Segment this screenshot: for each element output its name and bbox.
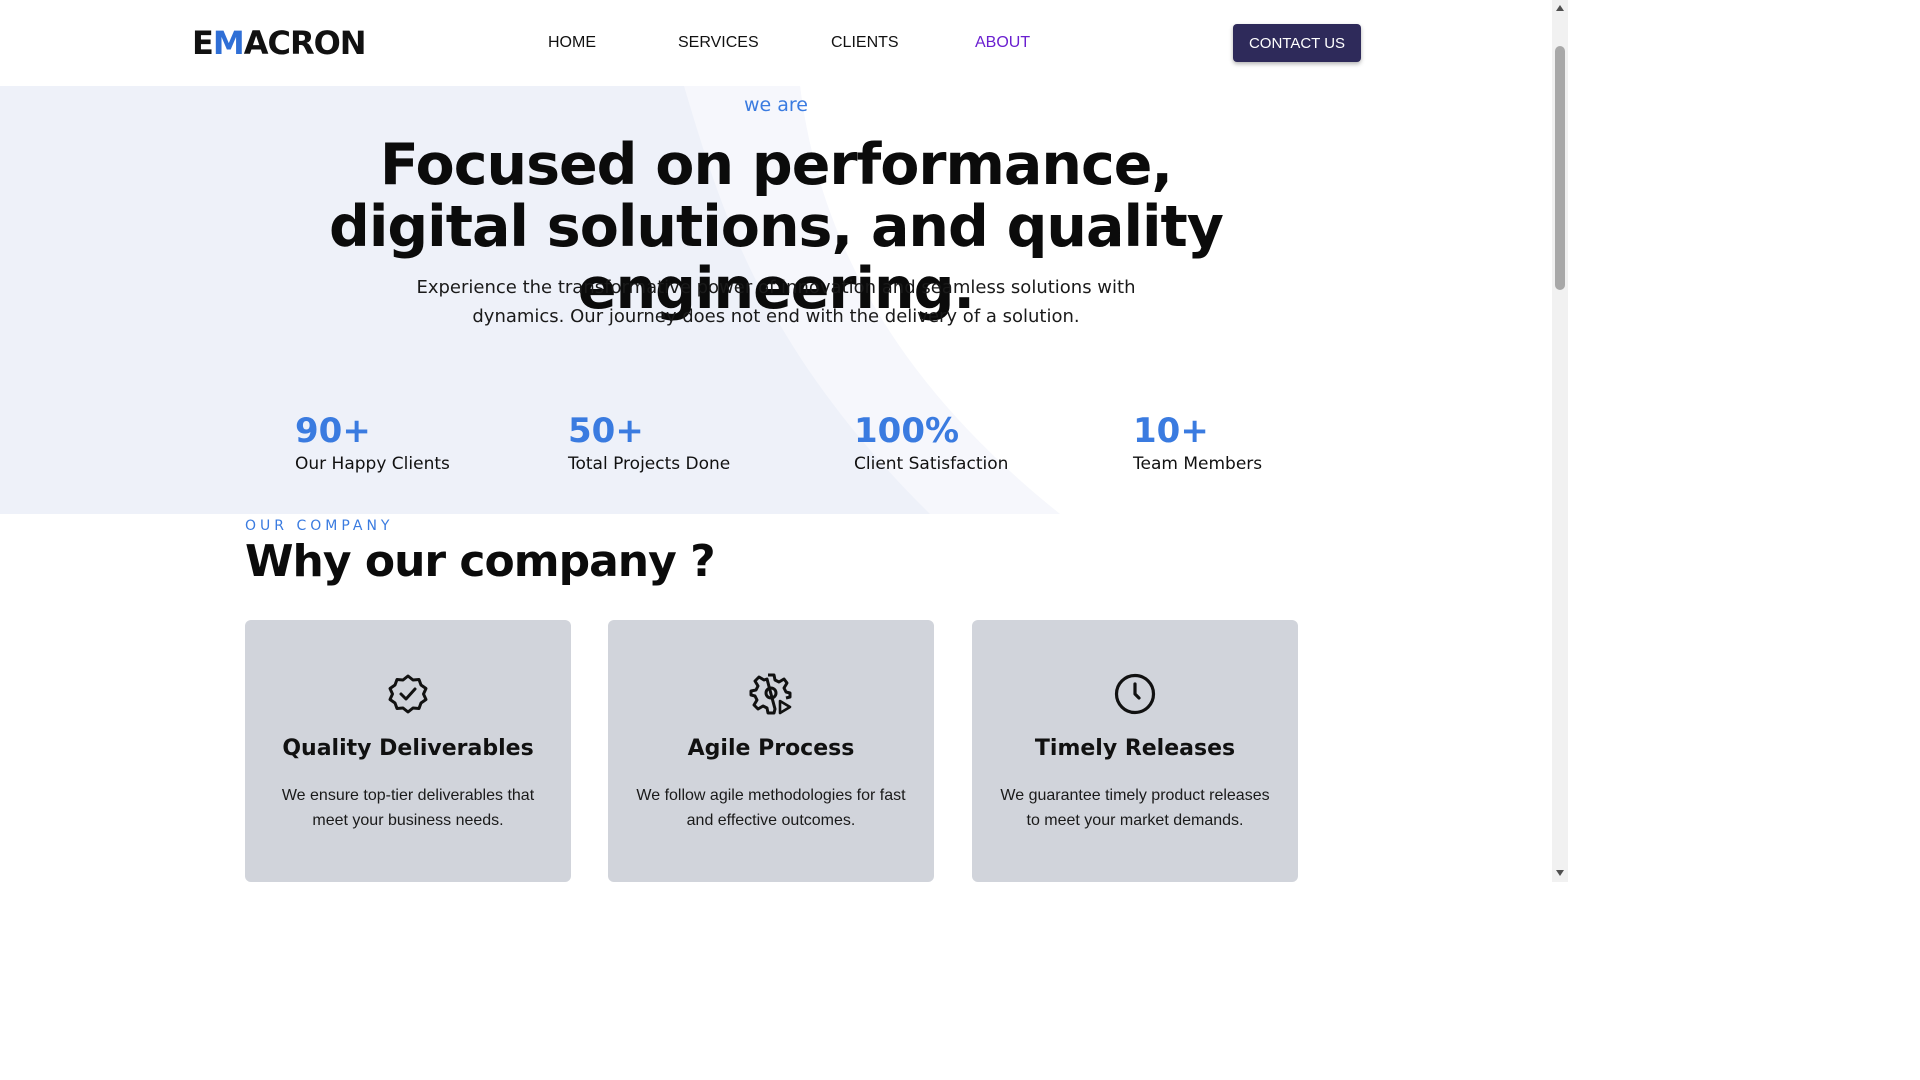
stat-value: 90+	[295, 411, 371, 451]
nav-clients[interactable]: CLIENTS	[831, 34, 899, 52]
card-quality-deliverables: Quality Deliverables We ensure top-tier …	[245, 620, 571, 882]
card-description: We follow agile methodologies for fast a…	[636, 787, 906, 829]
stat-value: 50+	[568, 411, 644, 451]
hero-eyebrow: we are	[744, 94, 808, 116]
gear-play-icon	[749, 673, 792, 715]
scroll-thumb[interactable]	[1555, 46, 1565, 290]
company-eyebrow: OUR COMPANY	[245, 518, 394, 534]
hero-subtitle: Experience the transformative power of i…	[416, 277, 1136, 327]
card-title: Timely Releases	[1034, 736, 1236, 761]
logo-letter-e: E	[192, 24, 214, 62]
badge-check-icon	[388, 674, 428, 714]
card-description: We ensure top-tier deliverables that mee…	[281, 787, 535, 829]
nav-services[interactable]: SERVICES	[678, 34, 759, 52]
nav-home[interactable]: HOME	[548, 34, 596, 52]
page-scrollbar[interactable]	[1552, 0, 1568, 882]
card-timely-releases: Timely Releases We guarantee timely prod…	[972, 620, 1298, 882]
card-agile-process: Agile Process We follow agile methodolog…	[608, 620, 934, 882]
stat-team-members: 10+ Team Members	[1133, 412, 1262, 474]
company-title: Why our company ?	[245, 536, 716, 587]
hero-section: we are Focused on performance, digital s…	[0, 86, 1552, 514]
stat-label: Our Happy Clients	[295, 454, 450, 474]
card-title: Agile Process	[687, 736, 855, 761]
logo-text-rest: ACRON	[243, 24, 367, 62]
scroll-down-arrow-icon[interactable]	[1556, 870, 1564, 876]
contact-us-button[interactable]: CONTACT US	[1233, 24, 1361, 62]
site-header: EMACRON HOME SERVICES CLIENTS ABOUT CONT…	[0, 0, 1552, 86]
stat-label: Team Members	[1133, 454, 1263, 474]
nav-about[interactable]: ABOUT	[975, 34, 1030, 52]
scroll-up-arrow-icon[interactable]	[1556, 5, 1564, 11]
stat-value: 10+	[1133, 411, 1209, 451]
stat-label: Client Satisfaction	[854, 454, 1009, 474]
clock-icon	[1114, 673, 1156, 715]
logo[interactable]: EMACRON	[192, 24, 367, 62]
stat-projects-done: 50+ Total Projects Done	[568, 412, 730, 474]
stat-label: Total Projects Done	[568, 454, 731, 474]
card-description: We guarantee timely product releases to …	[1000, 787, 1270, 829]
card-title: Quality Deliverables	[282, 736, 534, 761]
logo-letter-m: M	[212, 24, 245, 62]
stat-happy-clients: 90+ Our Happy Clients	[295, 412, 450, 474]
stat-client-satisfaction: 100% Client Satisfaction	[854, 412, 1008, 474]
stat-value: 100%	[854, 411, 960, 451]
